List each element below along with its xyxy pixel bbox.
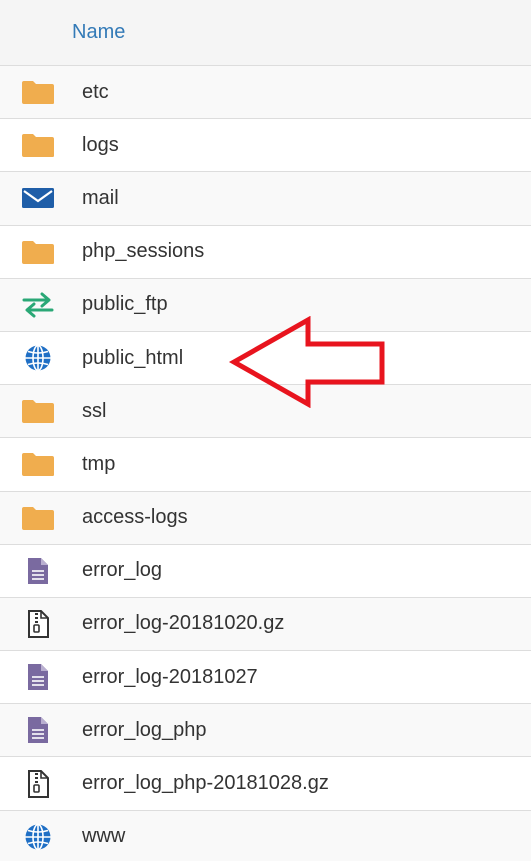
globe-icon [18, 342, 58, 374]
file-name[interactable]: logs [82, 134, 119, 157]
file-row[interactable]: www [0, 810, 531, 861]
folder-icon [18, 236, 58, 268]
file-row[interactable]: mail [0, 172, 531, 226]
file-text-icon [18, 714, 58, 746]
transfer-arrows-icon [18, 289, 58, 321]
file-row[interactable]: tmp [0, 438, 531, 492]
table-header: Name [0, 0, 531, 66]
file-archive-icon [18, 768, 58, 800]
file-name[interactable]: error_log_php [82, 719, 207, 742]
file-name[interactable]: www [82, 825, 125, 848]
file-manager-table: Name etc logs mail php_sessions public_ftppu… [0, 0, 531, 861]
file-archive-icon [18, 608, 58, 640]
file-name[interactable]: php_sessions [82, 240, 204, 263]
file-name[interactable]: access-logs [82, 506, 188, 529]
file-row[interactable]: error_log_php [0, 704, 531, 758]
file-name[interactable]: error_log [82, 559, 162, 582]
file-row[interactable]: access-logs [0, 491, 531, 545]
file-name[interactable]: public_ftp [82, 293, 168, 316]
envelope-icon [18, 182, 58, 214]
folder-icon [18, 129, 58, 161]
file-row[interactable]: error_log [0, 544, 531, 598]
file-name[interactable]: etc [82, 81, 109, 104]
file-name[interactable]: error_log-20181020.gz [82, 612, 284, 635]
file-row[interactable]: public_html [0, 331, 531, 386]
file-text-icon [18, 661, 58, 693]
file-name[interactable]: ssl [82, 400, 106, 423]
file-row[interactable]: logs [0, 119, 531, 173]
file-row[interactable]: error_log-20181020.gz [0, 597, 531, 652]
folder-icon [18, 502, 58, 534]
file-name[interactable]: error_log-20181027 [82, 666, 258, 689]
file-row[interactable]: ssl [0, 385, 531, 439]
file-row[interactable]: public_ftp [0, 278, 531, 332]
file-name[interactable]: public_html [82, 347, 183, 370]
file-list: etc logs mail php_sessions public_ftp public_… [0, 66, 531, 861]
file-row[interactable]: etc [0, 66, 531, 120]
file-row[interactable]: php_sessions [0, 225, 531, 279]
folder-icon [18, 76, 58, 108]
folder-icon [18, 448, 58, 480]
file-row[interactable]: error_log_php-20181028.gz [0, 757, 531, 811]
file-text-icon [18, 555, 58, 587]
name-column-header[interactable]: Name [72, 21, 125, 44]
file-name[interactable]: error_log_php-20181028.gz [82, 772, 329, 795]
file-row[interactable]: error_log-20181027 [0, 651, 531, 705]
folder-icon [18, 395, 58, 427]
globe-icon [18, 821, 58, 853]
file-name[interactable]: tmp [82, 453, 115, 476]
file-name[interactable]: mail [82, 187, 119, 210]
